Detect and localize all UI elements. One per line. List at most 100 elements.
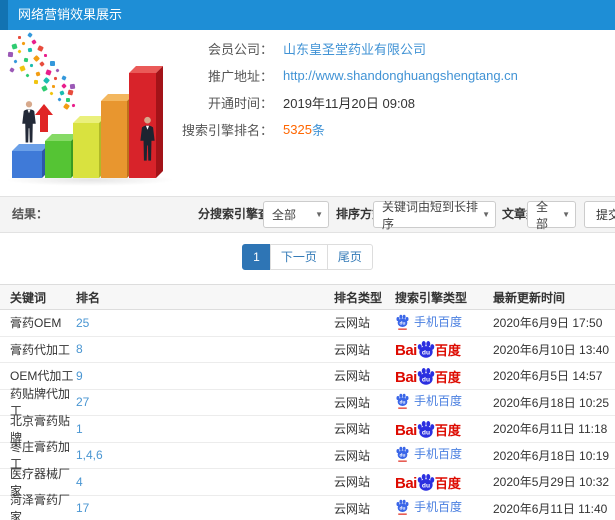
mobile-baidu-label: 手机百度 (414, 447, 463, 462)
rank-type-cell: 云网站 (334, 369, 371, 384)
keyword-cell: 膏药OEM (10, 316, 62, 331)
engine-cell: du 手机百度 Bai du (395, 472, 493, 492)
svg-text:du: du (400, 453, 406, 459)
sort-select[interactable]: 关键词由短到长排序 ▼ (373, 200, 496, 231)
info-row-company: 会员公司： 山东皇圣堂药业有限公司 (178, 35, 613, 62)
chart-bar-3 (73, 123, 99, 178)
baidu-logo: Bai du 百度 (395, 366, 461, 386)
rank-type-cell: 云网站 (334, 316, 371, 331)
company-label: 会员公司： (207, 42, 273, 57)
rank-link[interactable]: 4 (76, 475, 83, 489)
submit-button[interactable]: 提交 (584, 201, 615, 228)
updated-cell: 2020年6月18日 10:19 (493, 448, 610, 463)
baidu-bai-text: Bai (395, 368, 417, 386)
company-link[interactable]: 山东皇圣堂药业有限公司 (283, 39, 426, 58)
page-title: 网络营销效果展示 (18, 7, 123, 22)
info-row-url: 推广地址： http://www.shandonghuangshengtang.… (178, 62, 613, 89)
opened-label: 开通时间： (207, 96, 273, 111)
rank-cell: 1,4,6 (76, 448, 334, 462)
rank-link[interactable]: 8 (76, 342, 83, 356)
article-type-select[interactable]: 全部 ▼ (527, 200, 576, 231)
rank-link[interactable]: 27 (76, 395, 89, 409)
engine-filter-value: 全部 (272, 208, 297, 222)
rank-link[interactable]: 9 (76, 369, 83, 383)
baidu-logo: Bai du 百度 (395, 419, 461, 439)
rank-type-cell: 云网站 (334, 395, 371, 410)
chevron-down-icon: ▼ (562, 210, 570, 219)
rank-cell: 8 (76, 342, 334, 356)
engine-cell: du 手机百度 Bai du (395, 313, 493, 333)
rank-count: 5325 (283, 122, 312, 137)
engine-cell: du 手机百度 Bai du (395, 339, 493, 359)
baidu-bai-text: Bai (395, 474, 417, 492)
table-row: 膏药代加工 8 云网站 du (0, 337, 615, 363)
rank-type-cell: 云网站 (334, 422, 371, 437)
header-engine: 搜索引擎类型 (395, 290, 468, 305)
rank-cell: 4 (76, 475, 334, 489)
header-rank: 排名 (76, 290, 101, 305)
updated-cell: 2020年6月9日 17:50 (493, 316, 603, 331)
page-1-button[interactable]: 1 (242, 244, 271, 270)
businessman-right (138, 115, 157, 170)
engine-cell: du 手机百度 Bai du (395, 392, 493, 412)
baidu-paw-icon: du (417, 473, 435, 491)
rank-type-cell: 云网站 (334, 448, 371, 463)
opened-value: 2019年11月20日 09:08 (283, 96, 416, 111)
result-label: 结果： (12, 207, 49, 221)
page: 网络营销效果展示 会员公司： 山东皇圣堂药业有限公司 推广地址： http://… (0, 0, 615, 520)
baidu-cn-text: 百度 (434, 422, 461, 438)
rank-type-cell: 云网站 (334, 501, 371, 516)
table-row: OEM代加工 9 云网站 du (0, 363, 615, 390)
mobile-baidu-label: 手机百度 (414, 314, 463, 329)
rank-type-cell: 云网站 (334, 475, 371, 490)
bar-chart-illustration (0, 30, 190, 192)
svg-text:du: du (422, 429, 430, 436)
svg-text:du: du (400, 400, 406, 406)
baidu-cn-text: 百度 (434, 475, 461, 491)
baidu-logo: Bai du 百度 (395, 339, 461, 359)
svg-text:du: du (400, 320, 406, 326)
sort-value: 关键词由短到长排序 (382, 199, 479, 231)
updated-cell: 2020年6月10日 13:40 (493, 342, 610, 357)
svg-text:du: du (422, 376, 430, 383)
baidu-cn-text: 百度 (434, 343, 461, 359)
baidu-cn-text: 百度 (434, 369, 461, 385)
rank-link[interactable]: 17 (76, 501, 89, 515)
mobile-baidu-badge: du 手机百度 (395, 392, 462, 410)
businessman-left (20, 100, 38, 151)
engine-cell: du 手机百度 Bai du (395, 366, 493, 386)
rank-type-cell: 云网站 (334, 342, 371, 357)
rank-cell: 27 (76, 395, 334, 409)
baidu-paw-icon: du (396, 446, 409, 463)
title-bar: 网络营销效果展示 (0, 0, 615, 30)
header-keyword: 关键词 (10, 290, 47, 305)
svg-text:du: du (400, 506, 406, 512)
updated-cell: 2020年6月18日 10:25 (493, 395, 610, 410)
baidu-paw-icon: du (396, 314, 409, 330)
next-page-button[interactable]: 下一页 (269, 244, 328, 270)
updated-cell: 2020年5月29日 10:32 (493, 475, 610, 490)
keyword-cell: OEM代加工 (10, 369, 74, 384)
header-updated: 最新更新时间 (493, 290, 566, 305)
engine-filter-select[interactable]: 全部 ▼ (263, 201, 329, 228)
chevron-down-icon: ▼ (315, 210, 323, 219)
article-type-value: 全部 (536, 199, 549, 231)
baidu-paw-icon: du (417, 367, 435, 385)
baidu-paw-icon: du (417, 341, 435, 358)
svg-text:du: du (422, 482, 430, 489)
table-row: 药贴牌代加工 27 云网站 du 手机百度 2020年6月18日 10:25 (0, 387, 615, 418)
updated-cell: 2020年6月5日 14:57 (493, 369, 603, 384)
rank-link[interactable]: 1 (76, 422, 83, 436)
member-info: 会员公司： 山东皇圣堂药业有限公司 推广地址： http://www.shand… (178, 35, 613, 143)
mobile-baidu-badge: du 手机百度 (395, 313, 462, 330)
table-body: 膏药OEM 25 云网站 du 手机百度 2020年6月9日 17:50 膏药代… (0, 310, 615, 520)
promotion-url-link[interactable]: http://www.shandonghuangshengtang.cn (283, 68, 518, 83)
results-table: 关键词 排名 排名类型 搜索引擎类型 最新更新时间 膏药OEM 25 云网站 d… (0, 284, 615, 520)
last-page-button[interactable]: 尾页 (326, 244, 373, 270)
table-row: 枣庄膏药加工 1,4,6 云网站 du 手机百度 2020年6月18日 10:1… (0, 440, 615, 471)
baidu-paw-icon: du (396, 499, 409, 516)
engine-cell: du 手机百度 Bai du (395, 419, 493, 439)
table-row: 医疗器械厂家 4 云网站 du (0, 467, 615, 498)
rank-link[interactable]: 1,4,6 (76, 448, 103, 462)
rank-link[interactable]: 25 (76, 316, 89, 330)
